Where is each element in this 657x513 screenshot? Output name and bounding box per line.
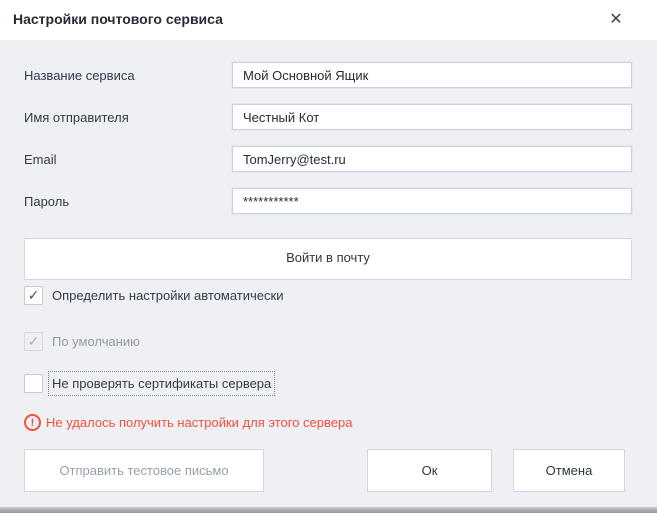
error-message: Не удалось получить настройки для этого …: [46, 415, 353, 430]
service-name-label: Название сервиса: [24, 68, 135, 83]
sender-name-row: Имя отправителя: [24, 104, 632, 132]
skip-certificates-checkbox[interactable]: [24, 373, 43, 393]
service-name-input[interactable]: [232, 62, 632, 88]
mail-service-settings-dialog: Настройки почтового сервиса ✕ Название с…: [0, 0, 657, 513]
dialog-header: Настройки почтового сервиса ✕: [0, 0, 657, 40]
sender-name-label: Имя отправителя: [24, 110, 129, 125]
email-row: Email: [24, 146, 632, 174]
error-message-row: ! Не удалось получить настройки для этог…: [24, 414, 352, 431]
close-icon[interactable]: ✕: [605, 9, 627, 31]
default-checkbox-row: ✓ По умолчанию: [24, 330, 140, 352]
sender-name-input[interactable]: [232, 104, 632, 130]
auto-settings-checkbox-row: ✓ Определить настройки автоматически: [24, 284, 283, 306]
cancel-button[interactable]: Отмена: [513, 449, 625, 492]
auto-settings-checkbox[interactable]: ✓: [24, 285, 43, 305]
dialog-title: Настройки почтового сервиса: [13, 11, 223, 27]
email-input[interactable]: [232, 146, 632, 172]
error-exclamation-icon: !: [24, 414, 41, 431]
checkmark-icon: ✓: [27, 332, 40, 349]
auto-settings-checkbox-label[interactable]: Определить настройки автоматически: [52, 288, 283, 303]
password-input[interactable]: [232, 188, 632, 214]
service-name-row: Название сервиса: [24, 62, 632, 90]
default-checkbox: ✓: [24, 331, 43, 351]
email-label: Email: [24, 152, 57, 167]
skip-certificates-checkbox-label[interactable]: Не проверять сертификаты сервера: [48, 370, 276, 396]
password-label: Пароль: [24, 194, 70, 209]
default-checkbox-label: По умолчанию: [52, 333, 140, 349]
send-test-letter-button[interactable]: Отправить тестовое письмо: [24, 449, 264, 492]
ok-button[interactable]: Ок: [367, 449, 492, 492]
checkmark-icon: ✓: [27, 286, 40, 303]
window-bottom-edge: [0, 507, 657, 513]
login-mail-button[interactable]: Войти в почту: [24, 238, 632, 280]
skip-certificates-checkbox-row: Не проверять сертификаты сервера: [24, 370, 276, 396]
password-row: Пароль: [24, 188, 632, 216]
